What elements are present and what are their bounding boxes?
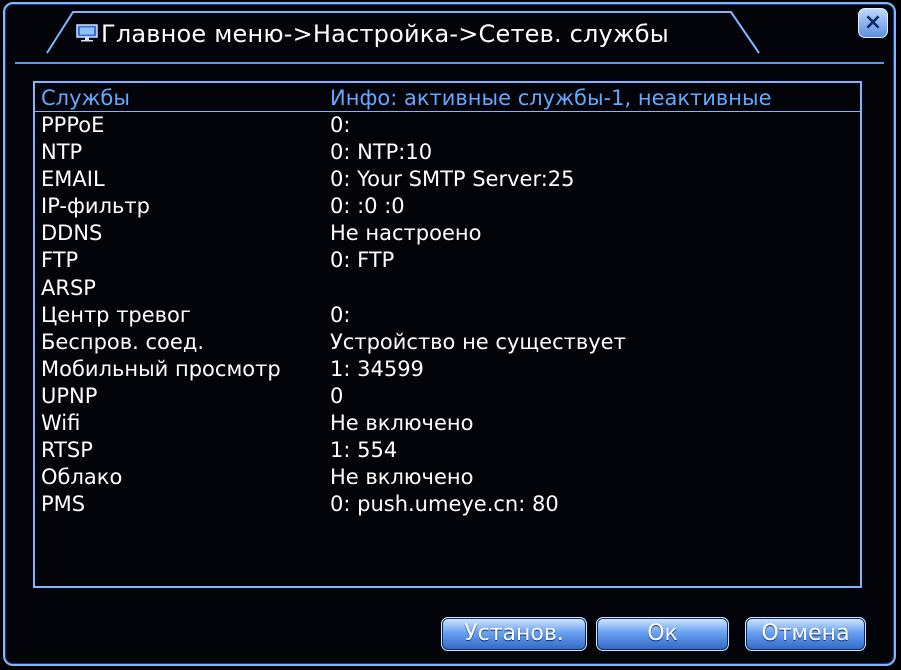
title-bar: Главное меню->Настройка->Сетев. службы × xyxy=(5,4,894,62)
table-row[interactable]: Wifi Не включено xyxy=(35,410,860,437)
table-header: Службы Инфо: активные службы-1, неактивн… xyxy=(35,83,860,112)
table-row[interactable]: RTSP 1: 554 xyxy=(35,437,860,464)
table-row[interactable]: Мобильный просмотр 1: 34599 xyxy=(35,356,860,383)
table-row[interactable]: IP-фильтр 0: :0 :0 xyxy=(35,193,860,220)
service-name: Wifi xyxy=(41,411,81,436)
service-name: Беспров. соед. xyxy=(41,329,205,354)
service-name: EMAIL xyxy=(41,167,105,192)
service-name: PPPoE xyxy=(41,113,105,137)
set-button[interactable]: Установ. xyxy=(441,617,587,651)
service-name: UPNP xyxy=(41,383,98,408)
service-info: 0: push.umeye.cn: 80 xyxy=(330,492,559,517)
service-info: 0: :0 :0 xyxy=(330,194,405,219)
service-info: Не включено xyxy=(330,411,474,436)
service-info: Не настроено xyxy=(330,221,482,246)
service-name: FTP xyxy=(41,248,79,273)
table-row[interactable]: FTP 0: FTP xyxy=(35,247,860,274)
window-title: Главное меню->Настройка->Сетев. службы xyxy=(101,20,669,48)
ok-button[interactable]: Ок xyxy=(596,617,729,651)
close-icon: × xyxy=(863,10,883,35)
close-button[interactable]: × xyxy=(858,8,888,38)
table-row[interactable]: NTP 0: NTP:10 xyxy=(35,139,860,166)
services-table: Службы Инфо: активные службы-1, неактивн… xyxy=(33,81,862,588)
table-row[interactable]: PPPoE 0: xyxy=(35,112,860,139)
table-row[interactable]: PMS 0: push.umeye.cn: 80 xyxy=(35,491,860,518)
service-name: PMS xyxy=(41,492,86,517)
service-info: Не включено xyxy=(330,465,474,490)
header-services: Службы xyxy=(41,86,130,110)
cancel-button[interactable]: Отмена xyxy=(745,617,866,651)
table-row[interactable]: DDNS Не настроено xyxy=(35,220,860,247)
service-info: Устройство не существует xyxy=(330,329,626,354)
table-row[interactable]: UPNP 0 xyxy=(35,383,860,410)
title-divider xyxy=(15,62,884,64)
table-row[interactable]: EMAIL 0: Your SMTP Server:25 xyxy=(35,166,860,193)
table-row[interactable]: Беспров. соед. Устройство не существует xyxy=(35,329,860,356)
table-row[interactable]: Центр тревог 0: xyxy=(35,302,860,329)
service-name: ARSP xyxy=(41,275,96,300)
service-info: 0: NTP:10 xyxy=(330,140,433,165)
monitor-icon xyxy=(76,24,98,42)
title-tab: Главное меню->Настройка->Сетев. службы xyxy=(45,10,765,54)
service-name: Облако xyxy=(41,465,123,490)
service-name: IP-фильтр xyxy=(41,194,150,219)
service-name: NTP xyxy=(41,140,83,165)
table-body: PPPoE 0: NTP 0: NTP:10 EMAIL 0: Your SMTP S… xyxy=(35,112,860,518)
header-info: Инфо: активные службы-1, неактивные xyxy=(330,86,772,110)
service-name: RTSP xyxy=(41,438,93,463)
table-row[interactable]: Облако Не включено xyxy=(35,464,860,491)
service-info: 0 xyxy=(330,383,344,408)
service-info: 0: FTP xyxy=(330,248,395,273)
service-info: 0: Your SMTP Server:25 xyxy=(330,167,575,192)
service-info: 1: 34599 xyxy=(330,356,424,381)
table-row[interactable]: ARSP xyxy=(35,275,860,302)
service-name: DDNS xyxy=(41,221,103,246)
service-name: Центр тревог xyxy=(41,302,191,327)
service-info: 0: xyxy=(330,302,351,327)
service-name: Мобильный просмотр xyxy=(41,356,281,381)
service-info: 1: 554 xyxy=(330,438,398,463)
service-info: 0: xyxy=(330,113,351,137)
